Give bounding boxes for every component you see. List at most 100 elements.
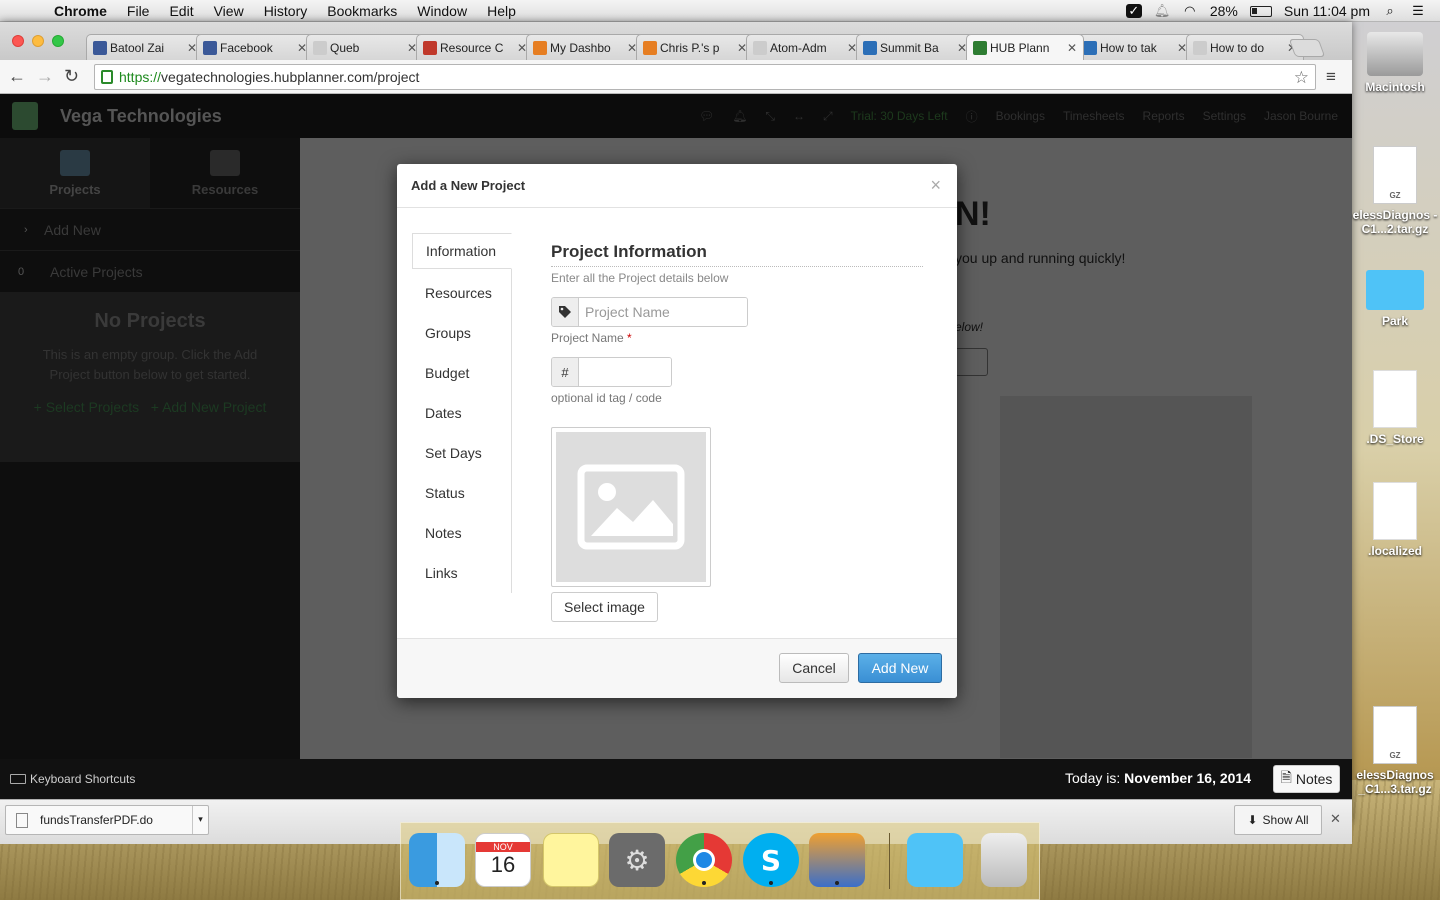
close-download-bar-icon[interactable]: ✕ [1330, 811, 1341, 827]
close-window-button[interactable] [12, 35, 24, 47]
address-bar[interactable]: https:// vegatechnologies.hubplanner.com… [94, 64, 1316, 90]
chrome-center-icon [693, 849, 715, 871]
notification-bell-icon[interactable]: 🔔︎ [1154, 4, 1171, 18]
back-arrow-icon[interactable]: ← [8, 66, 26, 87]
menu-history[interactable]: History [254, 3, 318, 19]
nav-trial[interactable]: Trial: 30 Days Left [851, 109, 948, 123]
nav-timesheets[interactable]: Timesheets [1063, 109, 1125, 123]
add-new-project-link[interactable]: + Add New Project [151, 399, 267, 415]
browser-tab[interactable]: My Dashbo ✕ [526, 34, 644, 60]
minimize-window-button[interactable] [32, 35, 44, 47]
browser-tab[interactable]: Summit Ba ✕ [856, 34, 974, 60]
new-tab-button[interactable] [1288, 39, 1326, 57]
menu-edit[interactable]: Edit [159, 3, 203, 19]
compress-icon[interactable]: ⤡ [765, 109, 775, 124]
desktop-icon-park[interactable]: Park [1350, 270, 1440, 328]
nav-bookings[interactable]: Bookings [996, 109, 1045, 123]
bg-line2: elow! [955, 320, 984, 334]
notes-button[interactable]: 🗎 Notes [1273, 765, 1340, 793]
desktop-icon-macintosh[interactable]: Macintosh [1350, 32, 1440, 94]
bookmark-star-icon[interactable]: ☆ [1294, 68, 1309, 88]
desktop-icon-archive-2[interactable]: GZ elessDiagnos _C1...3.tar.gz [1350, 706, 1440, 796]
browser-tab[interactable]: Chris P.'s p ✕ [636, 34, 754, 60]
battery-icon[interactable] [1249, 5, 1272, 17]
chrome-app-icon[interactable] [676, 833, 732, 887]
select-image-button[interactable]: Select image [551, 592, 658, 622]
sidebar-add-new[interactable]: › Add New [0, 208, 300, 250]
select-projects-link[interactable]: + Select Projects [34, 399, 139, 415]
reload-icon[interactable]: ↻ [64, 66, 79, 87]
tab-resources[interactable]: Resources [150, 138, 300, 208]
browser-tab[interactable]: Queb ✕ [306, 34, 424, 60]
tag-icon [552, 298, 579, 326]
nav-settings[interactable]: Settings [1203, 109, 1246, 123]
finder-icon[interactable] [409, 833, 465, 887]
spotlight-search-icon[interactable]: ⌕ [1382, 4, 1398, 18]
tab-projects[interactable]: Projects [0, 138, 150, 208]
checkmark-app-icon[interactable]: ✓ [1125, 4, 1142, 18]
show-all-downloads-button[interactable]: ⬇ Show All [1234, 805, 1322, 835]
menu-window[interactable]: Window [407, 3, 477, 19]
menu-bookmarks[interactable]: Bookmarks [317, 3, 407, 19]
secure-lock-icon[interactable] [101, 70, 113, 84]
preview-app-icon[interactable] [809, 833, 865, 887]
notes-app-icon[interactable] [543, 833, 599, 887]
browser-tab[interactable]: Atom-Adm ✕ [746, 34, 864, 60]
expand-horizontal-icon[interactable]: ↔ [793, 109, 805, 123]
modal-close-icon[interactable]: × [930, 175, 941, 196]
chat-icon[interactable]: 💬︎ [699, 109, 714, 123]
project-name-input[interactable] [579, 298, 747, 326]
add-new-button[interactable]: Add New [858, 653, 942, 683]
close-tab-icon[interactable]: ✕ [1067, 41, 1077, 55]
menu-app-name[interactable]: Chrome [50, 3, 117, 19]
browser-tab[interactable]: How to do✕ [1186, 34, 1304, 60]
info-icon[interactable]: ⓘ [966, 108, 978, 125]
modal-tab-budget[interactable]: Budget [412, 353, 511, 393]
keyboard-shortcuts-link[interactable]: Keyboard Shortcuts [10, 772, 135, 786]
cancel-button[interactable]: Cancel [779, 653, 849, 683]
modal-tab-status[interactable]: Status [412, 473, 511, 513]
modal-tab-resources[interactable]: Resources [412, 273, 511, 313]
modal-tab-groups[interactable]: Groups [412, 313, 511, 353]
download-options-chevron-icon[interactable]: ▾ [192, 806, 208, 834]
calendar-icon[interactable]: NOV 16 [475, 833, 531, 887]
menu-file[interactable]: File [117, 3, 160, 19]
fullscreen-icon[interactable]: ⤢ [823, 109, 833, 124]
app-top-nav: 💬︎ 🔔︎ ⤡ ↔ ⤢ Trial: 30 Days Left ⓘ Bookin… [699, 94, 1338, 138]
modal-tab-set-days[interactable]: Set Days [412, 433, 511, 473]
system-preferences-icon[interactable]: ⚙ [609, 833, 665, 887]
download-item[interactable]: fundsTransferPDF.do ▾ [5, 805, 209, 835]
desktop-icon-archive-1[interactable]: GZ elessDiagnos -C1...2.tar.gz [1350, 146, 1440, 236]
desktop-icon-localized[interactable]: .localized [1350, 482, 1440, 558]
desktop-icon-ds-store[interactable]: .DS_Store [1350, 370, 1440, 446]
chrome-menu-icon[interactable]: ≡ [1326, 67, 1336, 87]
sidebar-active-projects[interactable]: 0 Active Projects [0, 250, 300, 292]
browser-tab[interactable]: Facebook ✕ [196, 34, 314, 60]
alerts-icon[interactable]: 🔔︎ [732, 109, 747, 123]
browser-tab[interactable]: How to tak ✕ [1076, 34, 1194, 60]
modal-tab-dates[interactable]: Dates [412, 393, 511, 433]
modal-tab-links[interactable]: Links [412, 553, 511, 593]
modal-tab-notes[interactable]: Notes [412, 513, 511, 553]
documents-folder-icon[interactable] [907, 833, 963, 887]
wifi-icon[interactable]: ◠ [1182, 4, 1198, 18]
company-name[interactable]: Vega Technologies [60, 106, 222, 127]
browser-tab[interactable]: HUB Plann ✕ [966, 34, 1084, 60]
menu-clock[interactable]: Sun 11:04 pm [1284, 3, 1370, 19]
trash-icon[interactable] [981, 833, 1027, 887]
menu-help[interactable]: Help [477, 3, 526, 19]
zoom-window-button[interactable] [52, 35, 64, 47]
browser-tab[interactable]: Batool Zai ✕ [86, 34, 204, 60]
menu-view[interactable]: View [204, 3, 254, 19]
notification-center-icon[interactable]: ☰ [1410, 4, 1426, 18]
hubplanner-logo[interactable] [12, 102, 38, 130]
file-icon [16, 812, 28, 828]
forward-arrow-icon[interactable]: → [36, 66, 54, 87]
modal-tab-information[interactable]: Information [412, 233, 512, 269]
browser-tab[interactable]: Resource C ✕ [416, 34, 534, 60]
skype-icon[interactable]: S [743, 833, 799, 887]
project-name-group [551, 297, 748, 327]
nav-reports[interactable]: Reports [1143, 109, 1185, 123]
project-code-input[interactable] [579, 358, 671, 386]
nav-user[interactable]: Jason Bourne [1264, 109, 1338, 123]
